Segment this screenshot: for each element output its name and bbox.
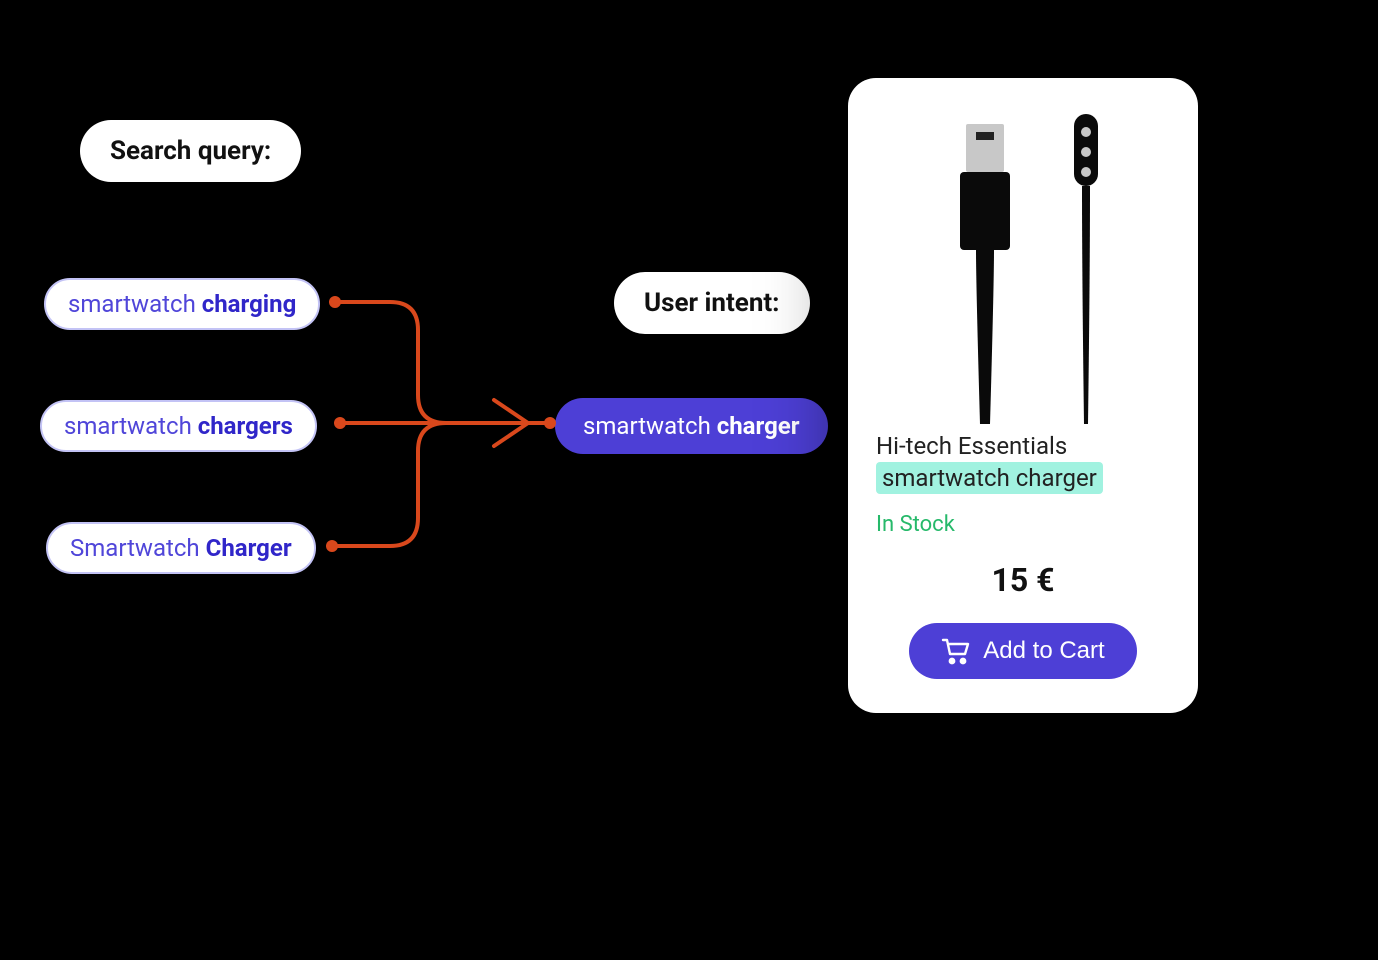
intent-prefix: smartwatch — [583, 412, 717, 440]
product-card: Hi-tech Essentials smartwatch charger In… — [848, 78, 1198, 713]
search-query-label: Search query: — [80, 120, 301, 182]
query-bold: chargers — [198, 412, 293, 440]
label-text: User intent: — [644, 288, 780, 318]
intent-bold: charger — [717, 412, 800, 440]
query-bold: Charger — [206, 534, 292, 562]
product-highlight: smartwatch charger — [876, 462, 1103, 494]
cart-button-label: Add to Cart — [983, 637, 1104, 665]
magnetic-pin-icon — [1066, 114, 1106, 424]
query-prefix: smartwatch — [68, 290, 202, 318]
product-image — [876, 104, 1170, 424]
stock-status: In Stock — [876, 512, 1170, 537]
label-text: Search query: — [110, 136, 271, 166]
product-price: 15 € — [876, 561, 1170, 599]
query-pill-3: Smartwatch Charger — [46, 522, 316, 574]
product-title: Hi-tech Essentials — [876, 432, 1170, 460]
intent-pill: smartwatch charger — [555, 398, 828, 454]
cart-icon — [941, 637, 971, 665]
connector-dot — [329, 296, 341, 308]
connector-dot — [326, 540, 338, 552]
query-pill-2: smartwatch chargers — [40, 400, 317, 452]
usb-cable-icon — [940, 124, 1030, 424]
connector-dot — [544, 417, 556, 429]
user-intent-label: User intent: — [614, 272, 810, 334]
connector-dot — [334, 417, 346, 429]
query-pill-1: smartwatch charging — [44, 278, 320, 330]
query-prefix: smartwatch — [64, 412, 198, 440]
add-to-cart-button[interactable]: Add to Cart — [909, 623, 1136, 679]
query-bold: charging — [202, 290, 297, 318]
query-prefix: Smartwatch — [70, 534, 206, 562]
